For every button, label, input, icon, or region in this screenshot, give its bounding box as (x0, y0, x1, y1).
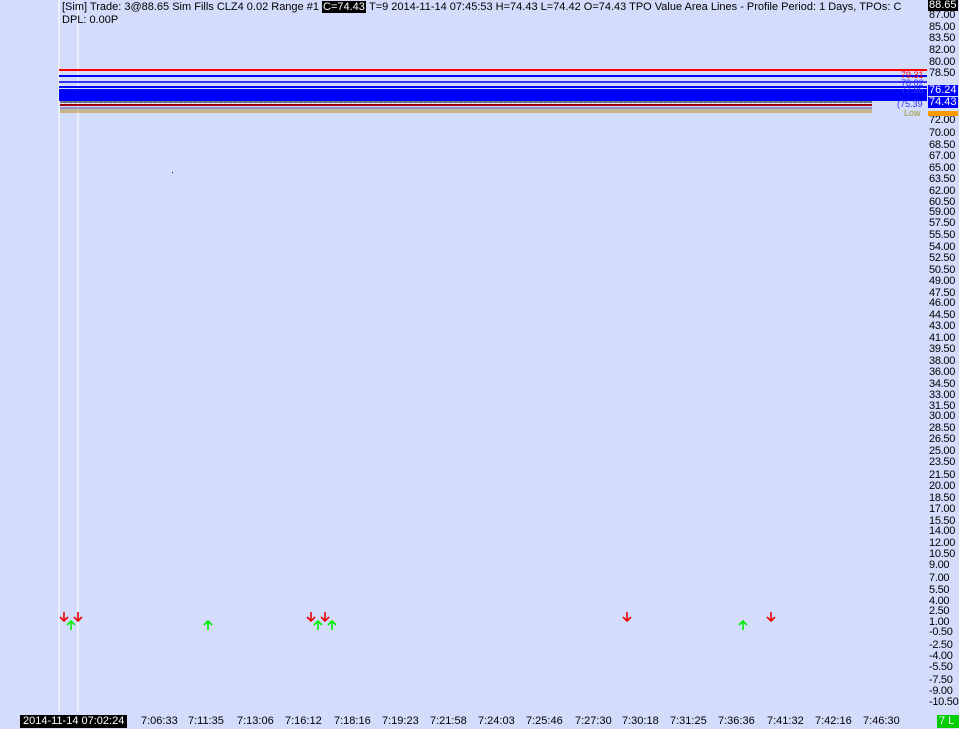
buy-arrow-4[interactable] (327, 619, 337, 630)
buy-arrow-3[interactable] (313, 619, 323, 630)
price-tick: 30.00 (929, 410, 956, 422)
dot-mark (172, 172, 173, 173)
sell-arrow-4[interactable] (320, 612, 330, 623)
sell-arrow-6[interactable] (766, 612, 776, 623)
corner-indicator: 7 L (937, 715, 959, 728)
buy-arrow-1[interactable] (66, 619, 76, 630)
price-tick: 49.00 (929, 275, 956, 287)
sell-arrow-3[interactable] (306, 612, 316, 623)
time-tick: 7:24:03 (478, 715, 515, 727)
price-tick: 9.00 (929, 559, 950, 571)
price-axis[interactable]: 88.65 87.00 85.00 83.50 82.00 80.00 78.50 72.0… (927, 0, 959, 712)
sell-arrow-5[interactable] (622, 612, 632, 623)
price-tick: 43.00 (929, 320, 956, 332)
price-tick: 20.00 (929, 480, 956, 492)
price-tick: -0.50 (929, 626, 953, 638)
time-tick: 7:13:06 (237, 715, 274, 727)
price-tick: 67.00 (929, 150, 956, 162)
time-tick: 7:46:30 (863, 715, 900, 727)
time-axis[interactable]: 2014-11-14 07:02:24 7:06:33 7:11:35 7:13:0… (0, 712, 959, 729)
time-tick: 7:42:16 (815, 715, 852, 727)
price-tick: 57.50 (929, 217, 956, 229)
level-label-low: Low (904, 108, 921, 118)
time-tick: 7:31:25 (670, 715, 707, 727)
price-tick: 72.00 (929, 114, 956, 126)
price-tick: 23.50 (929, 456, 956, 468)
time-tick: 7:19:23 (382, 715, 419, 727)
chart-header: [Sim] Trade: 3@88.65 Sim Fills CLZ4 0.02… (62, 1, 927, 14)
time-tick: 7:36:36 (718, 715, 755, 727)
price-tick: 70.00 (929, 127, 956, 139)
price-tag-value-area: 76.24 (928, 84, 958, 96)
price-tick: -5.50 (929, 661, 953, 673)
price-tick: 87.00 (929, 9, 956, 21)
dpl-readout: DPL: 0.00P (62, 14, 119, 26)
price-tick: 7.00 (929, 572, 950, 584)
time-tick: 7:30:18 (622, 715, 659, 727)
price-tick: 83.50 (929, 32, 956, 44)
price-tick: -10.50 (929, 696, 959, 708)
time-axis-start: 2014-11-14 07:02:24 (20, 715, 128, 728)
value-area-band (59, 89, 927, 101)
time-tick: 7:18:16 (334, 715, 371, 727)
price-tick: 63.50 (929, 173, 956, 185)
price-tick: 82.00 (929, 44, 956, 56)
price-tag-orange-marker (928, 111, 958, 116)
price-tag-current: 74.43 (928, 96, 958, 108)
price-tick: 14.00 (929, 525, 956, 537)
sell-arrow-2[interactable] (73, 612, 83, 623)
time-tick: 7:41:32 (767, 715, 804, 727)
time-tick: 7:06:33 (141, 715, 178, 727)
price-tick: 52.50 (929, 252, 956, 264)
price-tick: 39.50 (929, 343, 956, 355)
price-tick: 26.50 (929, 433, 956, 445)
price-tick: 36.00 (929, 366, 956, 378)
close-price-badge: C=74.43 (322, 1, 366, 13)
time-tick: 7:16:12 (285, 715, 322, 727)
time-tick: 7:11:35 (188, 715, 224, 727)
price-tick: 55.50 (929, 229, 956, 241)
price-tick: 46.00 (929, 297, 956, 309)
time-tick: 7:25:46 (526, 715, 563, 727)
price-tick: 17.00 (929, 503, 956, 515)
header-prefix: [Sim] Trade: 3@88.65 Sim Fills CLZ4 0.02… (62, 1, 319, 13)
header-details: T=9 2014-11-14 07:45:53 H=74.43 L=74.42 … (368, 1, 902, 13)
buy-arrow-5[interactable] (738, 619, 748, 630)
price-tick: 78.50 (929, 67, 956, 79)
time-tick: 7:21:58 (430, 715, 467, 727)
level-label-3: 77.96 (901, 85, 924, 95)
sell-arrow-1[interactable] (59, 612, 69, 623)
time-tick: 7:27:30 (575, 715, 612, 727)
chart-plot-area[interactable] (0, 0, 927, 712)
buy-arrow-2[interactable] (203, 619, 213, 630)
